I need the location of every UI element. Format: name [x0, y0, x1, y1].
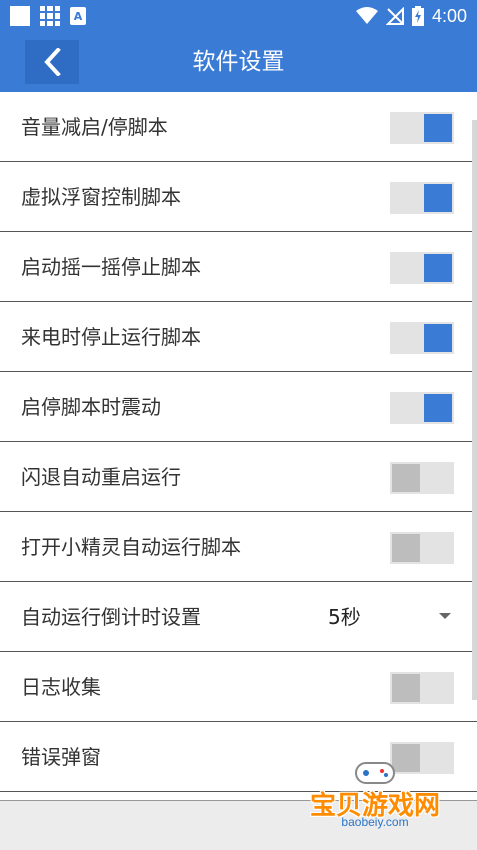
countdown-select-value[interactable]: 5秒: [328, 582, 361, 652]
battery-charging-icon: [411, 6, 424, 26]
status-bar: A 4:00: [0, 0, 477, 32]
setting-label: 虚拟浮窗控制脚本: [21, 185, 181, 209]
watermark-logo: 宝贝游戏网 baobeiy.com: [300, 757, 450, 845]
setting-row-log-collect[interactable]: 日志收集: [0, 652, 477, 722]
status-bar-notifications: A: [10, 6, 86, 26]
settings-list: 音量减启/停脚本 虚拟浮窗控制脚本 启动摇一摇停止脚本 来电时停止运行脚本 启停…: [0, 92, 477, 792]
toggle-switch[interactable]: [390, 322, 454, 354]
scrollbar[interactable]: [472, 120, 477, 700]
setting-row-vibrate[interactable]: 启停脚本时震动: [0, 372, 477, 442]
notification-square-icon: [10, 6, 30, 26]
setting-row-shake-stop[interactable]: 启动摇一摇停止脚本: [0, 232, 477, 302]
chevron-left-icon: [44, 48, 61, 76]
toggle-thumb: [392, 674, 420, 702]
setting-row-floating-window[interactable]: 虚拟浮窗控制脚本: [0, 162, 477, 232]
toggle-switch[interactable]: [390, 672, 454, 704]
watermark-url: baobeiy.com: [341, 815, 409, 829]
setting-label: 闪退自动重启运行: [21, 465, 181, 489]
a-app-icon: A: [70, 7, 86, 25]
toggle-thumb: [424, 324, 452, 352]
status-bar-system: 4:00: [355, 4, 467, 28]
toggle-thumb: [424, 114, 452, 142]
toggle-thumb: [392, 534, 420, 562]
setting-row-crash-restart[interactable]: 闪退自动重启运行: [0, 442, 477, 512]
toggle-switch[interactable]: [390, 392, 454, 424]
setting-label: 日志收集: [21, 675, 101, 699]
setting-row-volume-down[interactable]: 音量减启/停脚本: [0, 92, 477, 162]
gamepad-icon: [355, 762, 395, 784]
toggle-switch[interactable]: [390, 112, 454, 144]
dropdown-caret-icon[interactable]: [439, 613, 451, 619]
status-time: 4:00: [431, 5, 467, 26]
toggle-switch[interactable]: [390, 462, 454, 494]
toggle-thumb: [424, 254, 452, 282]
no-signal-icon: [385, 7, 404, 25]
toggle-thumb: [424, 184, 452, 212]
setting-row-call-stop[interactable]: 来电时停止运行脚本: [0, 302, 477, 372]
setting-label: 错误弹窗: [21, 745, 101, 769]
setting-row-auto-run-on-open[interactable]: 打开小精灵自动运行脚本: [0, 512, 477, 582]
setting-label: 打开小精灵自动运行脚本: [21, 535, 241, 559]
setting-label: 启动摇一摇停止脚本: [21, 255, 201, 279]
toggle-switch[interactable]: [390, 182, 454, 214]
toggle-thumb: [392, 464, 420, 492]
setting-label: 来电时停止运行脚本: [21, 325, 201, 349]
app-header: 软件设置: [0, 32, 477, 92]
setting-label: 启停脚本时震动: [21, 395, 161, 419]
toggle-switch[interactable]: [390, 252, 454, 284]
setting-row-countdown[interactable]: 自动运行倒计时设置 5秒: [0, 582, 477, 652]
setting-label: 自动运行倒计时设置: [21, 605, 201, 629]
setting-label: 音量减启/停脚本: [21, 115, 168, 139]
grid-app-icon: [40, 6, 60, 26]
toggle-switch[interactable]: [390, 532, 454, 564]
wifi-icon: [355, 7, 378, 24]
toggle-thumb: [424, 394, 452, 422]
back-button[interactable]: [25, 40, 79, 84]
